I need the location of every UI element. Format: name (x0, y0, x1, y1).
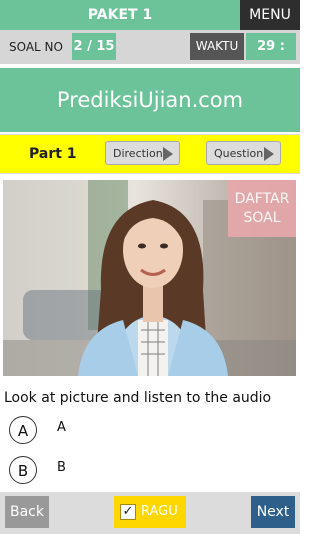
option-a-text[interactable]: A (57, 420, 66, 435)
part-bar: Part 1 Direction Question (0, 134, 300, 174)
question-number-label: SOAL NO (9, 40, 63, 54)
question-list-label-line1: DAFTAR (234, 191, 290, 207)
direction-button-label: Direction (113, 147, 163, 160)
question-text: Look at picture and listen to the audio (4, 390, 272, 406)
checkbox-checked-icon[interactable]: ✓ (120, 504, 136, 520)
package-title: PAKET 1 (87, 7, 153, 23)
back-button[interactable]: Back (5, 496, 49, 528)
question-list-button[interactable]: DAFTAR SOAL (228, 180, 296, 237)
question-list-label-line2: SOAL (243, 210, 281, 226)
question-number-value: 2 / 15 (72, 33, 116, 60)
option-a-radio[interactable]: A (9, 416, 37, 444)
ragu-button[interactable]: ✓ RAGU (114, 496, 186, 528)
next-button[interactable]: Next (251, 496, 295, 528)
timer-label: WAKTU (190, 33, 244, 60)
question-button-label: Question (214, 147, 264, 160)
option-b-radio[interactable]: B (9, 456, 37, 484)
part-label: Part 1 (29, 146, 77, 162)
menu-button[interactable]: MENU (240, 0, 300, 30)
option-b-text[interactable]: B (57, 460, 66, 475)
play-triangle-icon (264, 147, 274, 161)
info-bar: SOAL NO 2 / 15 WAKTU 29 : 17 (0, 30, 300, 81)
timer-value: 29 : 17 (246, 33, 296, 81)
question-button[interactable]: Question (206, 141, 281, 165)
site-banner: PrediksiUjian.com (0, 68, 300, 132)
ragu-label: RAGU (141, 504, 178, 519)
bottom-bar: Back ✓ RAGU Next (0, 492, 300, 534)
direction-button[interactable]: Direction (105, 141, 180, 165)
top-bar: PAKET 1 MENU (0, 0, 300, 30)
play-triangle-icon (163, 147, 173, 161)
